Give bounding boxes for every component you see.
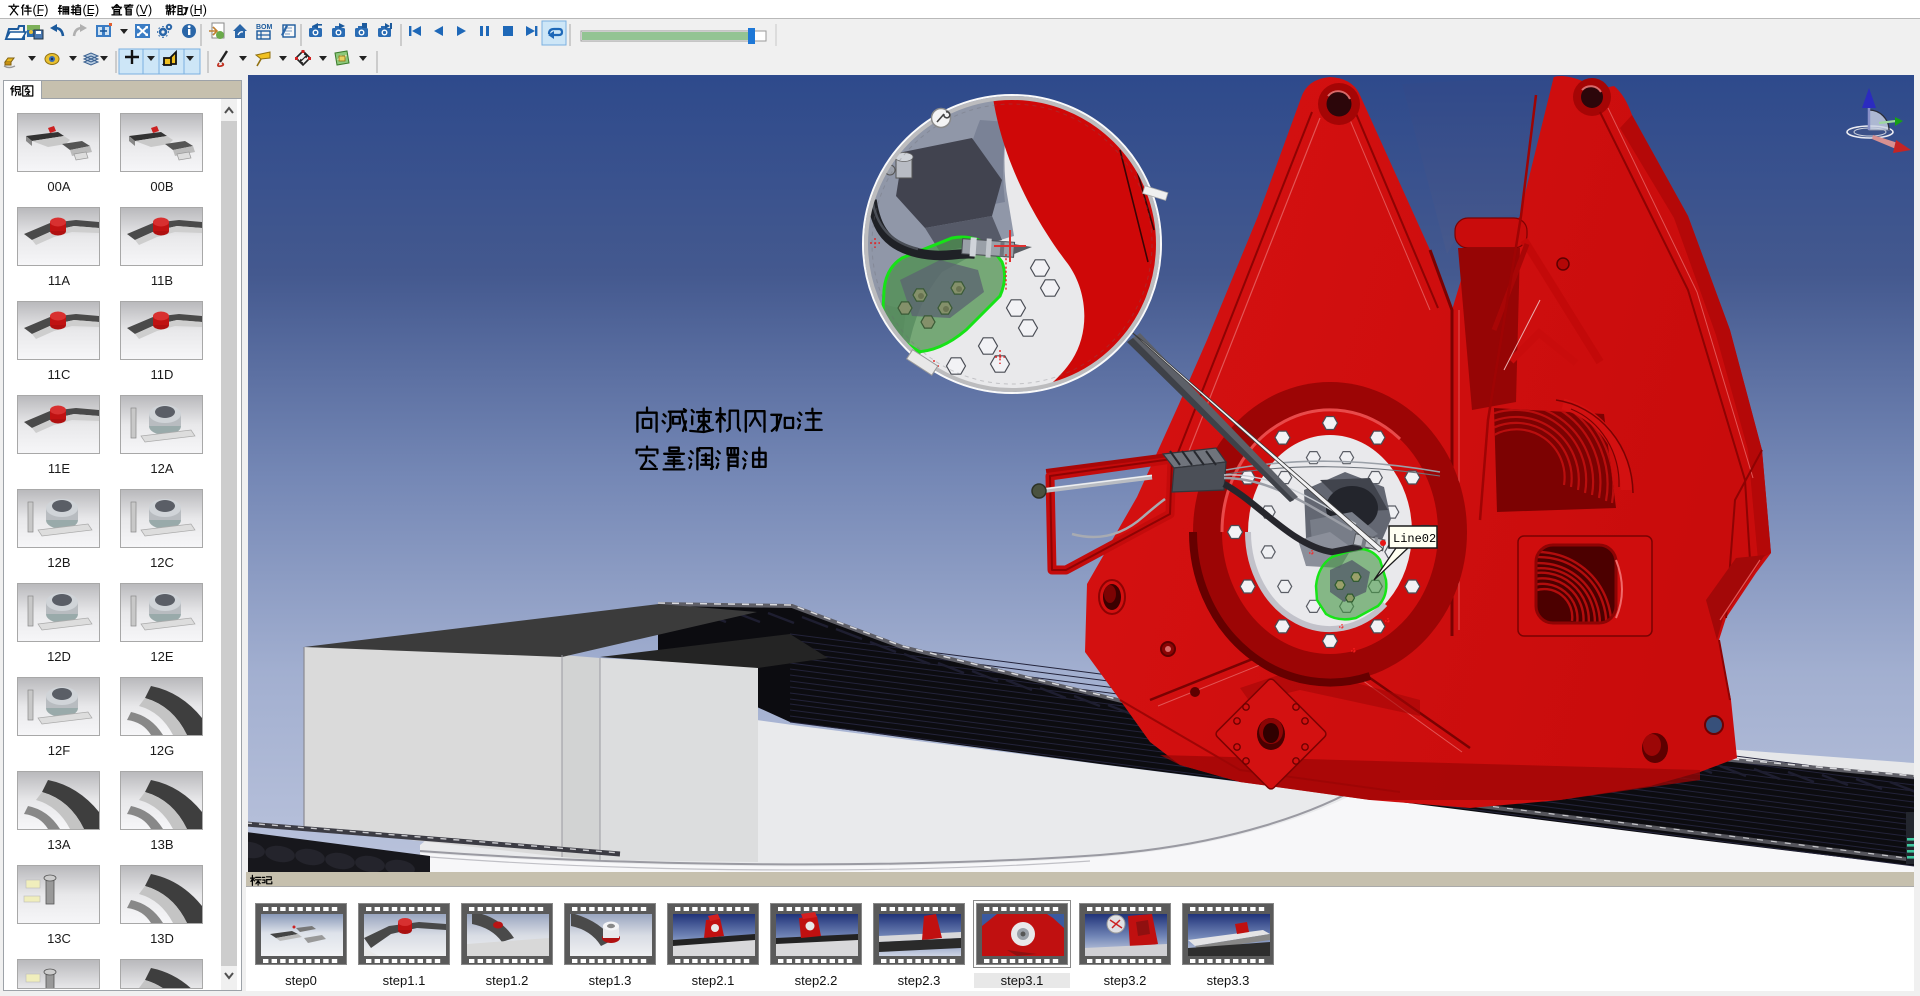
svg-text:(F): (F) xyxy=(33,3,49,17)
svg-text:(V): (V) xyxy=(136,3,153,17)
svg-text:(H): (H) xyxy=(190,3,207,17)
svg-text:(E): (E) xyxy=(83,3,100,17)
svg-text:Line02: Line02 xyxy=(1393,532,1436,546)
svg-text:BOM: BOM xyxy=(256,24,273,31)
